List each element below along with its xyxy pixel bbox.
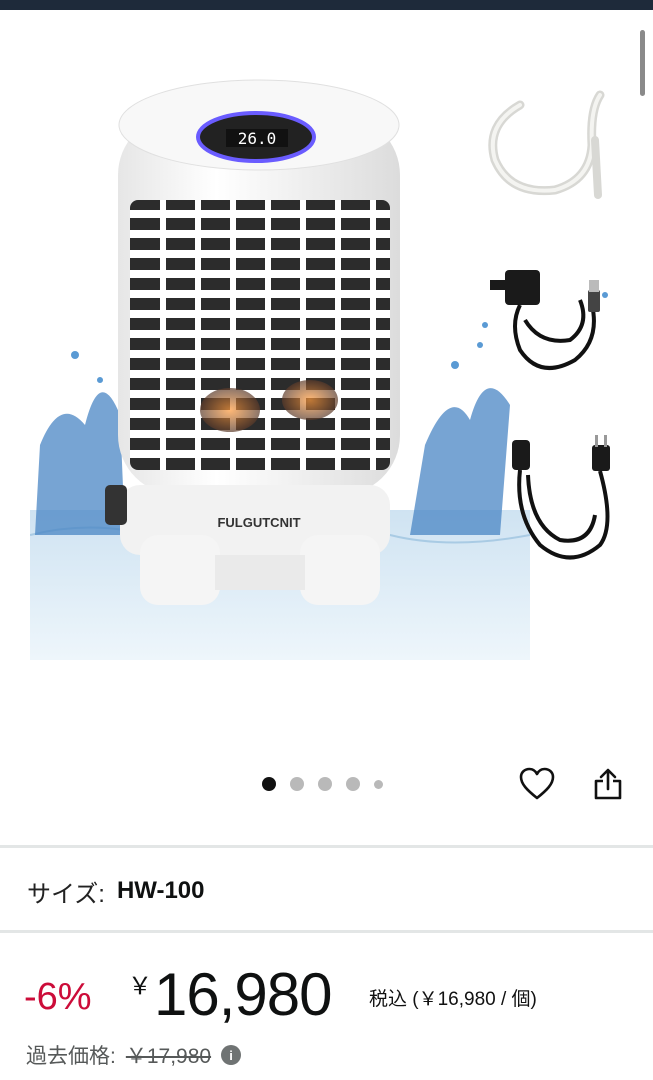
size-value: HW-100 [116,877,205,904]
carousel-dot[interactable] [290,777,304,791]
share-button[interactable] [588,764,628,804]
size-selector[interactable]: サイズ: HW-100 [27,872,205,910]
heart-icon [519,767,555,800]
section-divider [0,930,653,933]
info-icon[interactable]: i [221,1045,242,1065]
section-divider [0,845,653,848]
product-main-image[interactable]: 26.0 FULGUTCNIT [30,65,530,660]
price-amount: 16,980 [154,961,333,1028]
favorite-button[interactable] [517,764,557,804]
display-readout: 26.0 [238,129,277,148]
currency-symbol: ￥ [128,973,152,1000]
carousel-dot[interactable] [374,779,383,789]
carousel-dot[interactable] [346,777,360,791]
pump-accessory-image [480,265,620,400]
brand-label: FULGUTCNIT [217,515,300,530]
tax-note: 税込 (￥16,980 / 個) [369,989,537,1010]
product-image-gallery[interactable]: 26.0 FULGUTCNIT [0,10,653,845]
tube-accessory-image [480,85,615,205]
past-price-value: ￥17,980 [125,1045,212,1068]
power-cord-accessory-image [500,435,620,575]
share-icon [594,768,622,800]
carousel-dot[interactable] [262,777,276,791]
discount-badge: -6% [24,976,92,1018]
carousel-dots[interactable] [262,776,383,792]
past-price-label: 過去価格: [26,1045,116,1068]
status-bar [0,0,653,10]
scrollbar[interactable] [640,30,645,96]
past-price-row: 過去価格: ￥17,980 i [26,1040,242,1070]
size-label: サイズ: [27,880,105,908]
carousel-dot[interactable] [318,777,332,791]
